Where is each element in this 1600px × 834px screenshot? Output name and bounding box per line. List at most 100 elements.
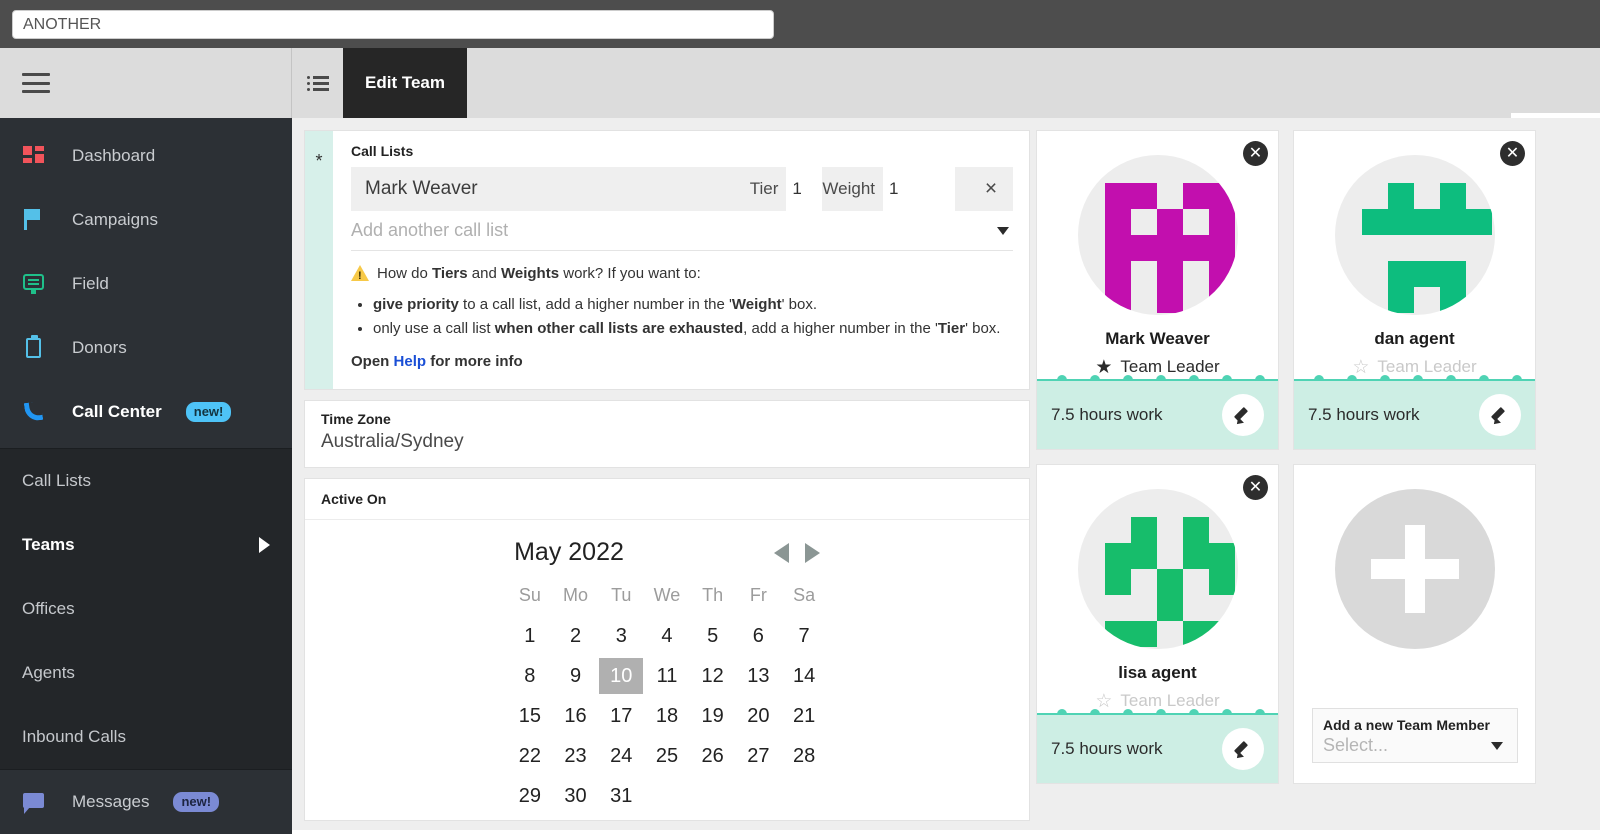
sidebar-item-donors[interactable]: Donors: [0, 316, 292, 380]
calendar-day[interactable]: 5: [690, 616, 736, 656]
calendar-day[interactable]: 23: [553, 736, 599, 776]
calendar-day[interactable]: 6: [736, 616, 782, 656]
calendar-day[interactable]: 3: [598, 616, 644, 656]
add-team-member-card[interactable]: Add a new Team Member Select...: [1293, 464, 1536, 784]
team-member-card: ✕ lisa agent ☆ Team Leader 7.5 hours work: [1036, 464, 1279, 784]
calendar-day[interactable]: 14: [781, 656, 827, 696]
top-search-bar: [0, 0, 1600, 48]
close-circle-icon[interactable]: ✕: [1500, 141, 1525, 166]
calendar-day[interactable]: 1: [507, 616, 553, 656]
calendar-day[interactable]: 26: [690, 736, 736, 776]
help-bullet-tier: only use a call list when other call lis…: [373, 318, 1013, 341]
chevron-right-icon[interactable]: [804, 542, 820, 563]
add-member-value-row: Select...: [1323, 735, 1507, 756]
list-view-button[interactable]: [293, 48, 343, 118]
calendar-day[interactable]: 11: [644, 656, 690, 696]
team-members-grid: ✕ Mark Weaver ★ Team Leader 7.5 hours work ✕ d…: [1036, 130, 1536, 784]
time-zone-field[interactable]: Time Zone Australia/Sydney: [304, 400, 1030, 468]
sidebar-toggle-button[interactable]: [0, 48, 292, 118]
call-lists-label: Call Lists: [351, 143, 414, 159]
calendar-week-row: 1234567: [507, 616, 827, 656]
calendar-day[interactable]: 28: [781, 736, 827, 776]
help-bullet-weight: give priority to a call list, add a high…: [373, 294, 1013, 317]
calendar-day[interactable]: 17: [598, 696, 644, 736]
sidebar-item-offices[interactable]: Offices: [0, 577, 292, 641]
sidebar: Dashboard Campaigns Field Donors Call Ce…: [0, 118, 292, 834]
calendar-day[interactable]: 24: [598, 736, 644, 776]
call-list-row: Mark Weaver Tier Weight ×: [351, 167, 1013, 211]
chevron-right-icon: [259, 537, 270, 553]
app-header: S: [0, 48, 1600, 149]
calendar-day[interactable]: 29: [507, 776, 553, 816]
star-outline-icon: ☆: [1095, 690, 1113, 712]
sidebar-item-messages[interactable]: Messages new!: [0, 770, 292, 834]
edit-hours-button[interactable]: [1222, 394, 1264, 436]
sidebar-item-teams[interactable]: Teams: [0, 513, 292, 577]
plus-icon[interactable]: [1334, 489, 1495, 649]
calendar-day[interactable]: 10: [598, 656, 644, 696]
add-member-label: Add a new Team Member: [1323, 717, 1491, 733]
dashboard-grid-icon: [22, 143, 50, 169]
calendar-day[interactable]: 4: [644, 616, 690, 656]
help-intro: How do Tiers and Weights work? If you wa…: [377, 265, 701, 282]
member-name: dan agent: [1374, 329, 1455, 348]
member-name: lisa agent: [1118, 663, 1197, 682]
active-on-panel: Active On May 2022 Su Mo Tu We Th Fr Sa 123456…: [304, 478, 1030, 821]
calendar-day-empty: [690, 776, 736, 816]
sidebar-item-call-lists[interactable]: Call Lists: [0, 449, 292, 513]
star-filled-icon: ★: [1095, 356, 1113, 378]
calendar-day[interactable]: 16: [553, 696, 599, 736]
pencil-icon: [1233, 406, 1252, 427]
work-hours-bar: 7.5 hours work: [1037, 715, 1278, 783]
chevron-left-icon[interactable]: [773, 542, 789, 563]
sidebar-item-campaigns[interactable]: Campaigns: [0, 188, 292, 252]
sidebar-item-call-center[interactable]: Call Center new!: [0, 380, 292, 444]
add-member-select[interactable]: Add a new Team Member Select...: [1312, 708, 1518, 763]
edit-hours-button[interactable]: [1222, 728, 1264, 770]
calendar-day[interactable]: 31: [598, 776, 644, 816]
sidebar-item-inbound-calls[interactable]: Inbound Calls: [0, 705, 292, 769]
close-circle-icon[interactable]: ✕: [1243, 475, 1268, 500]
calendar-day[interactable]: 18: [644, 696, 690, 736]
tier-input[interactable]: [786, 167, 823, 211]
avatar: [1077, 489, 1238, 649]
calendar-day[interactable]: 12: [690, 656, 736, 696]
remove-call-list-icon[interactable]: ×: [969, 177, 1013, 201]
calendar-weekday: Th: [702, 585, 724, 605]
team-leader-toggle[interactable]: ★ Team Leader: [1095, 357, 1219, 377]
calendar-day[interactable]: 21: [781, 696, 827, 736]
phone-icon: [22, 399, 50, 425]
sidebar-item-field[interactable]: Field: [0, 252, 292, 316]
add-call-list-select[interactable]: Add another call list: [351, 211, 1013, 251]
calendar-day[interactable]: 25: [644, 736, 690, 776]
field-card-icon: [22, 271, 50, 297]
calendar-day[interactable]: 7: [781, 616, 827, 656]
help-link[interactable]: Help: [394, 353, 427, 370]
tab-edit-team[interactable]: Edit Team: [343, 48, 467, 118]
calendar-day[interactable]: 20: [736, 696, 782, 736]
calendar-day[interactable]: 22: [507, 736, 553, 776]
time-zone-value: Australia/Sydney: [321, 431, 464, 452]
sidebar-item-dashboard[interactable]: Dashboard: [0, 124, 292, 188]
global-search-input[interactable]: [12, 10, 774, 39]
sidebar-item-agents[interactable]: Agents: [0, 641, 292, 705]
calendar-day[interactable]: 2: [553, 616, 599, 656]
calendar-day[interactable]: 27: [736, 736, 782, 776]
sidebar-sub-nav: Call Lists Teams Offices Agents Inbound …: [0, 448, 292, 769]
team-member-card: ✕ Mark Weaver ★ Team Leader 7.5 hours work: [1036, 130, 1279, 450]
weight-input[interactable]: [883, 167, 955, 211]
work-hours-text: 7.5 hours work: [1051, 739, 1163, 758]
avatar: [1334, 155, 1495, 315]
calendar-day[interactable]: 15: [507, 696, 553, 736]
calendar-day[interactable]: 30: [553, 776, 599, 816]
calendar-day[interactable]: 8: [507, 656, 553, 696]
calendar-day[interactable]: 13: [736, 656, 782, 696]
edit-hours-button[interactable]: [1479, 394, 1521, 436]
sidebar-bottom-nav: Messages new!: [0, 769, 292, 834]
team-leader-toggle[interactable]: ☆ Team Leader: [1095, 691, 1219, 711]
close-circle-icon[interactable]: ✕: [1243, 141, 1268, 166]
team-leader-toggle[interactable]: ☆ Team Leader: [1352, 357, 1476, 377]
calendar-day[interactable]: 9: [553, 656, 599, 696]
calendar-day[interactable]: 19: [690, 696, 736, 736]
calendar-weekday: Su: [518, 585, 541, 605]
